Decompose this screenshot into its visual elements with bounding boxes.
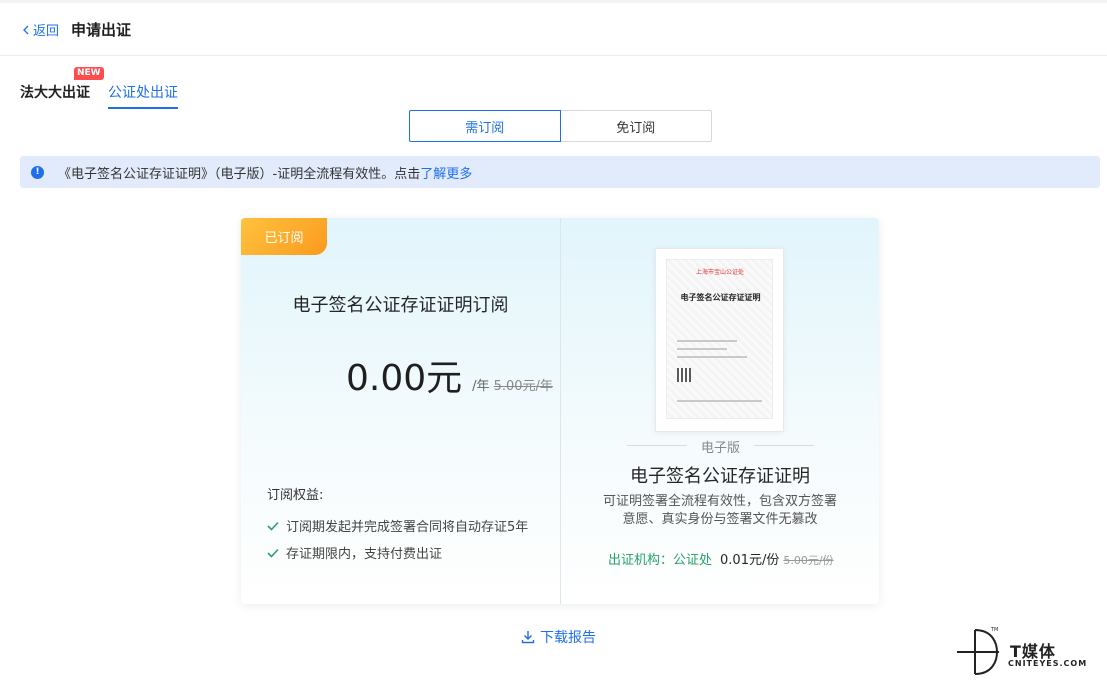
doc-text-line (677, 400, 762, 402)
plan-title: 电子签名公证存证证明订阅 (292, 295, 509, 316)
download-icon (521, 631, 535, 644)
info-alert: ! 《电子签名公证存证证明》（电子版）-证明全流程有效性。点击 了解更多 (20, 156, 1100, 188)
tab-fadada-label: 法大大出证 (20, 85, 90, 101)
check-icon (267, 521, 279, 531)
learn-more-link[interactable]: 了解更多 (420, 163, 472, 182)
subscription-toggle: 需订阅 免订阅 (409, 110, 712, 142)
issuer-row: 出证机构：公证处 0.01元/份 5.00元/份 (608, 549, 834, 568)
benefit-item: 存证期限内，支持付费出证 (267, 543, 442, 562)
doc-text-line (677, 356, 747, 358)
qr-code-icon (677, 368, 691, 382)
watermark-logo: TM T媒体 CNITEYES.COM (955, 626, 1103, 678)
download-report-button[interactable]: 下载报告 (521, 627, 596, 647)
tab-fadada[interactable]: 法大大出证 NEW (20, 67, 104, 102)
brand-logo-icon: TM (957, 627, 999, 675)
subscribed-ribbon: 已订阅 (241, 218, 327, 255)
chevron-left-icon (23, 25, 29, 34)
card-divider (560, 218, 561, 604)
certificate-header: 上海市宝山公证处 (695, 269, 744, 276)
new-badge: NEW (74, 67, 104, 80)
back-button[interactable]: 返回 (22, 20, 59, 39)
back-label: 返回 (33, 24, 60, 39)
subscription-card: 已订阅 电子签名公证存证证明订阅 0.00元 /年 5.00元/年 订阅权益: … (241, 218, 879, 604)
benefit-item: 订阅期发起并完成签署合同将自动存证5年 (267, 516, 528, 535)
page-title: 申请出证 (71, 21, 132, 39)
svg-text:TM: TM (990, 627, 998, 633)
doc-text-line (677, 340, 737, 342)
segment-no-subscribe[interactable]: 免订阅 (560, 110, 712, 142)
issuer-label: 出证机构：公证处 (608, 553, 713, 568)
product-title: 电子签名公证存证证明 (630, 466, 810, 487)
plan-price-row: 0.00元 /年 5.00元/年 (346, 349, 553, 401)
product-original-price: 5.00元/份 (783, 554, 834, 567)
certificate-preview: 上海市宝山公证处 电子签名公证存证证明 (655, 248, 784, 432)
tab-notary-label: 公证处出证 (108, 85, 178, 101)
plan-original-price: 5.00元/年 (493, 379, 553, 394)
certificate-page: 上海市宝山公证处 电子签名公证存证证明 (666, 259, 773, 419)
watermark-sub: CNITEYES.COM (1008, 659, 1088, 668)
plan-price: 0.00元 (346, 358, 463, 399)
check-icon (267, 548, 279, 558)
tab-notary[interactable]: 公证处出证 (108, 82, 178, 109)
certificate-title: 电子签名公证存证证明 (680, 293, 761, 302)
doc-text-line (677, 348, 727, 350)
benefits-title: 订阅权益: (267, 488, 324, 503)
download-label: 下载报告 (540, 630, 596, 646)
edition-label: 电子版 (627, 437, 814, 456)
page-header: 返回 申请出证 (0, 3, 1107, 56)
benefit-text: 存证期限内，支持付费出证 (286, 547, 443, 562)
product-description: 可证明签署全流程有效性，包含双方签署意愿、真实身份与签署文件无篡改 (602, 494, 837, 527)
segment-subscribe[interactable]: 需订阅 (409, 110, 561, 142)
product-price: 0.01元/份 (720, 553, 780, 568)
plan-unit: /年 (472, 379, 490, 394)
info-icon: ! (31, 165, 44, 179)
benefit-text: 订阅期发起并完成签署合同将自动存证5年 (286, 520, 529, 535)
alert-text: 《电子签名公证存证证明》（电子版）-证明全流程有效性。点击 (58, 166, 421, 182)
